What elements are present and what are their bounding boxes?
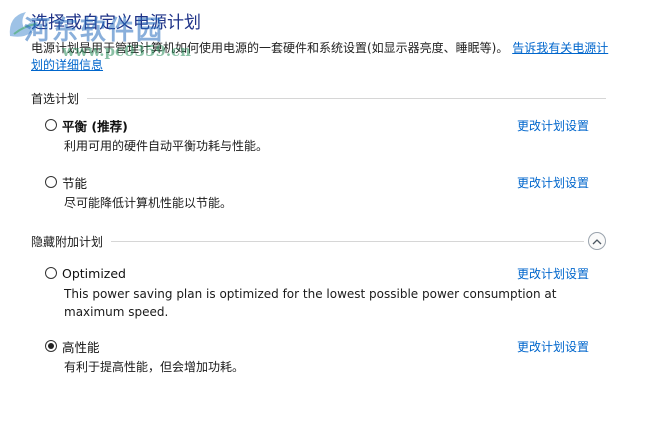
power-options-panel: 选择或自定义电源计划 电源计划是用于管理计算机如何使用电源的一套硬件和系统设置(… [0,0,662,434]
plan-name-high-performance[interactable]: 高性能 [62,337,100,356]
change-plan-settings-link-balanced[interactable]: 更改计划设置 [517,117,589,134]
hidden-plans-label: 隐藏附加计划 [31,234,104,249]
change-plan-settings-link-high-performance[interactable]: 更改计划设置 [517,338,589,355]
plan-power-saver: 节能 更改计划设置 尽可能降低计算机性能以节能。 [45,173,605,212]
plan-description-balanced: 利用可用的硬件自动平衡功耗与性能。 [64,139,269,153]
plan-balanced: 平衡 (推荐) 更改计划设置 利用可用的硬件自动平衡功耗与性能。 [45,116,605,155]
radio-high-performance[interactable] [45,340,57,352]
preferred-plans-label: 首选计划 [31,91,80,106]
radio-optimized[interactable] [45,267,57,279]
plan-description-high-performance: 有利于提高性能，但会增加功耗。 [64,360,245,374]
section-divider [111,240,584,242]
radio-balanced[interactable] [45,119,57,131]
plan-high-performance: 高性能 更改计划设置 有利于提高性能，但会增加功耗。 [45,337,605,376]
intro-paragraph: 电源计划是用于管理计算机如何使用电源的一套硬件和系统设置(如显示器亮度、睡眠等)… [31,40,611,74]
section-divider [87,97,606,99]
change-plan-settings-link-power-saver[interactable]: 更改计划设置 [517,174,589,191]
chevron-up-icon [592,238,602,244]
plan-optimized: Optimized 更改计划设置 This power saving plan … [45,264,605,321]
plan-description-optimized: This power saving plan is optimized for … [64,287,557,319]
intro-text: 电源计划是用于管理计算机如何使用电源的一套硬件和系统设置(如显示器亮度、睡眠等)… [31,41,509,55]
collapse-button[interactable] [588,232,606,250]
radio-selected-dot [48,343,54,349]
plan-name-optimized[interactable]: Optimized [62,266,126,281]
change-plan-settings-link-optimized[interactable]: 更改计划设置 [517,265,589,282]
plan-name-balanced[interactable]: 平衡 (推荐) [62,116,128,135]
preferred-plans-header: 首选计划 [31,90,606,106]
hidden-plans-header: 隐藏附加计划 [31,232,606,250]
radio-power-saver[interactable] [45,176,57,188]
page-title: 选择或自定义电源计划 [31,13,201,33]
plan-name-power-saver[interactable]: 节能 [62,173,87,192]
plan-description-power-saver: 尽可能降低计算机性能以节能。 [64,196,233,210]
